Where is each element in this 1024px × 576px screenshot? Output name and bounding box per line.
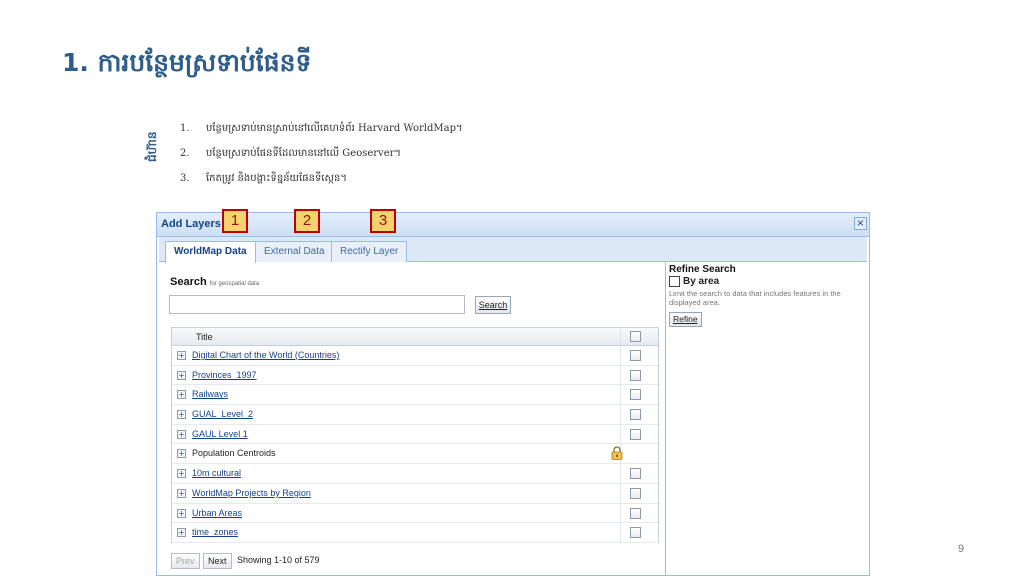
search-label: Search for geospatial data xyxy=(170,276,259,288)
layer-checkbox[interactable] xyxy=(630,428,641,440)
search-label-text: Search xyxy=(170,276,207,288)
expand-icon[interactable]: + xyxy=(177,469,186,479)
layer-checkbox[interactable] xyxy=(630,487,641,499)
layer-checkbox[interactable] xyxy=(630,369,641,381)
step-text: កែតម្រូវ និងបង្ហាះទិន្នន័យផែនទីស្កេន។ xyxy=(206,173,347,184)
step-number: 1. xyxy=(180,123,190,134)
layer-title-text: Population Centroids xyxy=(192,448,276,459)
layer-checkbox[interactable] xyxy=(630,468,641,480)
layer-checkbox[interactable] xyxy=(630,527,641,539)
layer-title-link[interactable]: WorldMap Projects by Region xyxy=(192,488,311,498)
layer-checkbox[interactable] xyxy=(630,507,641,519)
layer-checkbox[interactable] xyxy=(630,409,641,421)
steps-list: 1. បន្ថែមស្រទាប់មានស្រាប់នៅលើគេហទំព័រ Har… xyxy=(180,116,463,191)
table-row: + GUAL_Level_2 xyxy=(172,405,658,425)
expand-icon[interactable]: + xyxy=(177,410,186,420)
by-area-row: By area xyxy=(669,276,859,287)
search-input[interactable] xyxy=(169,295,465,314)
expand-icon[interactable]: + xyxy=(177,488,186,498)
layer-title-link[interactable]: GUAL_Level_2 xyxy=(192,409,253,419)
layer-title-link[interactable]: Digital Chart of the World (Countries) xyxy=(192,350,339,360)
refine-description: Limit the search to data that includes f… xyxy=(669,289,841,307)
pager-status: Showing 1-10 of 579 xyxy=(237,555,320,565)
table-row: + WorldMap Projects by Region xyxy=(172,484,658,504)
tab-rectify-layer[interactable]: Rectify Layer xyxy=(331,241,408,262)
layer-title-link[interactable]: time_zones xyxy=(192,527,238,537)
step-item: 1. បន្ថែមស្រទាប់មានស្រាប់នៅលើគេហទំព័រ Har… xyxy=(180,116,463,141)
step-item: 2. បន្ថែមស្រទាប់ផែនទីដែលមាននៅលើ Geoserver… xyxy=(180,141,463,166)
layers-grid: Title + Digital Chart of the World (Coun… xyxy=(171,327,659,544)
next-button[interactable]: Next xyxy=(203,553,232,569)
by-area-checkbox[interactable] xyxy=(669,276,680,287)
dialog-header: Add Layers × xyxy=(157,213,869,237)
column-title: Title xyxy=(196,332,213,342)
tab-strip: WorldMap Data External Data Rectify Laye… xyxy=(159,237,867,263)
grid-header: Title xyxy=(172,328,658,346)
layer-title-link[interactable]: Urban Areas xyxy=(192,508,242,518)
table-row: + GAUL Level 1 xyxy=(172,425,658,445)
tab-worldmap-data[interactable]: WorldMap Data xyxy=(165,241,256,263)
search-button[interactable]: Search xyxy=(475,296,511,314)
expand-icon[interactable]: + xyxy=(177,508,186,518)
close-icon[interactable]: × xyxy=(854,217,867,230)
step-item: 3. កែតម្រូវ និងបង្ហាះទិន្នន័យផែនទីស្កេន។ xyxy=(180,166,463,191)
select-all-checkbox[interactable] xyxy=(630,331,641,342)
refine-button[interactable]: Refine xyxy=(669,312,702,327)
table-row: + Railways xyxy=(172,385,658,406)
table-row: + 10m cultural xyxy=(172,464,658,484)
callout-3: 3 xyxy=(370,209,396,233)
expand-icon[interactable]: + xyxy=(177,449,186,459)
dialog-title: Add Layers xyxy=(161,218,221,230)
table-row: + Provinces_1997 xyxy=(172,366,658,386)
refine-title: Refine Search xyxy=(669,264,736,275)
page-number: 9 xyxy=(958,543,965,555)
steps-side-label: ជំហ៊ាន xyxy=(145,131,159,162)
layer-title-link[interactable]: Railways xyxy=(192,389,228,399)
table-row: + Population Centroids xyxy=(172,444,658,465)
layer-title-link[interactable]: Provinces_1997 xyxy=(192,370,257,380)
expand-icon[interactable]: + xyxy=(177,390,186,400)
layer-checkbox[interactable] xyxy=(630,350,641,361)
step-text: បន្ថែមស្រទាប់ផែនទីដែលមាននៅលើ Geoserver។ xyxy=(206,148,401,159)
callout-2: 2 xyxy=(294,209,320,233)
table-row: + Digital Chart of the World (Countries) xyxy=(172,346,658,366)
expand-icon[interactable]: + xyxy=(177,351,186,360)
step-number: 3. xyxy=(180,173,190,184)
callout-1: 1 xyxy=(222,209,248,233)
add-layers-dialog: Add Layers × WorldMap Data External Data… xyxy=(156,212,870,576)
layer-title-link[interactable]: 10m cultural xyxy=(192,468,241,478)
table-row: + time_zones xyxy=(172,523,658,543)
step-text: បន្ថែមស្រទាប់មានស្រាប់នៅលើគេហទំព័រ Harva… xyxy=(206,123,463,134)
slide-title: 1. ការបន្ថែមស្រទាប់ផែនទី xyxy=(62,48,312,77)
tab-external-data[interactable]: External Data xyxy=(255,241,334,262)
prev-button[interactable]: Prev xyxy=(171,553,200,569)
expand-icon[interactable]: + xyxy=(177,429,186,439)
search-hint: for geospatial data xyxy=(209,281,260,287)
panel-divider xyxy=(665,262,666,575)
layer-title-link[interactable]: GAUL Level 1 xyxy=(192,429,248,439)
table-row: + Urban Areas xyxy=(172,504,658,524)
lock-icon xyxy=(611,446,623,461)
refine-panel: Refine Search By area Limit the search t… xyxy=(669,264,859,327)
expand-icon[interactable]: + xyxy=(177,528,186,538)
by-area-label: By area xyxy=(683,276,720,287)
step-number: 2. xyxy=(180,148,190,159)
layer-checkbox[interactable] xyxy=(630,389,641,401)
expand-icon[interactable]: + xyxy=(177,370,186,380)
